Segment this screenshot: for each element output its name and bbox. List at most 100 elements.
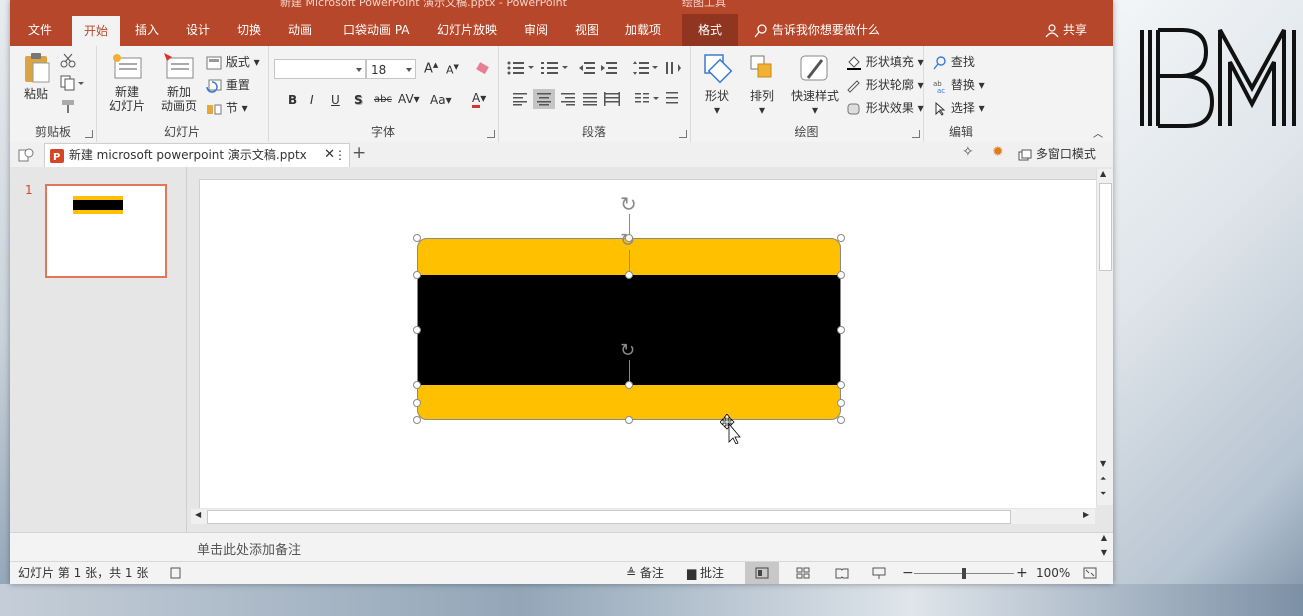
share-button[interactable]: 共享 (1045, 14, 1087, 46)
section-button[interactable]: 节 ▾ (206, 99, 248, 116)
copy-icon[interactable] (60, 75, 84, 91)
resize-handle[interactable] (413, 416, 421, 424)
collapse-ribbon-icon[interactable]: ︿ (1093, 125, 1103, 140)
grow-font-button[interactable]: A▲ (424, 61, 438, 76)
change-case-button[interactable]: Aa▾ (430, 93, 452, 107)
tab-addins[interactable]: 加载项 (625, 14, 661, 46)
align-text-icon[interactable] (664, 90, 684, 108)
zoom-thumb[interactable] (962, 568, 966, 579)
horizontal-scrollbar[interactable]: ◀ ▶ (191, 509, 1095, 524)
prev-slide-icon[interactable]: ⏶ (1100, 474, 1106, 484)
strikethrough-button[interactable]: abc (374, 94, 392, 105)
new-tab-icon[interactable]: + (352, 143, 366, 163)
font-name-combo[interactable] (274, 59, 366, 79)
comments-toggle[interactable]: ▆ 批注 (687, 562, 724, 584)
bullets-icon[interactable] (506, 60, 536, 76)
resize-handle[interactable] (413, 234, 421, 242)
find-button[interactable]: 查找 (933, 53, 975, 70)
next-slide-icon[interactable]: ⏷ (1100, 489, 1106, 499)
notes-toggle[interactable]: ≜ 备注 (626, 562, 664, 584)
zoom-slider[interactable] (914, 562, 1014, 584)
drawing-launcher[interactable] (912, 130, 920, 138)
select-button[interactable]: 选择 ▾ (933, 99, 985, 116)
resize-handle[interactable] (837, 271, 845, 279)
tab-view[interactable]: 视图 (575, 14, 599, 46)
zoom-level[interactable]: 100% (1036, 562, 1070, 584)
font-color-button[interactable]: A▾ (472, 91, 486, 108)
vertical-scrollbar[interactable]: ▲ ▼ ⏶ ⏷ (1096, 169, 1113, 505)
spell-check-icon[interactable] (170, 567, 182, 579)
font-launcher[interactable] (487, 130, 495, 138)
align-center-icon[interactable] (533, 89, 555, 109)
rotate-handle-icon[interactable]: ↻ (620, 342, 635, 360)
italic-button[interactable]: I (310, 93, 314, 107)
resize-handle[interactable] (837, 399, 845, 407)
columns-icon[interactable] (634, 92, 660, 106)
tab-insert[interactable]: 插入 (135, 14, 159, 46)
resize-handle[interactable] (837, 234, 845, 242)
zoom-out-button[interactable]: − (902, 562, 914, 584)
bold-button[interactable]: B (288, 93, 297, 107)
paragraph-launcher[interactable] (679, 130, 687, 138)
align-right-icon[interactable] (560, 92, 576, 106)
zoom-in-button[interactable]: + (1016, 562, 1028, 584)
slideshow-icon[interactable] (872, 567, 886, 579)
format-painter-icon[interactable] (60, 98, 76, 114)
clear-format-icon[interactable] (474, 61, 490, 77)
shape-fill-button[interactable]: 形状填充 ▾ (846, 53, 924, 70)
numbering-icon[interactable] (540, 60, 570, 76)
tab-design[interactable]: 设计 (186, 14, 210, 46)
normal-view-button[interactable] (745, 562, 779, 584)
tab-format[interactable]: 格式 (682, 14, 738, 46)
notes-pane[interactable]: 单击此处添加备注 ▲ ▼ (10, 532, 1113, 562)
resize-handle[interactable] (413, 399, 421, 407)
layout-button[interactable]: 版式 ▾ (206, 53, 260, 70)
tab-animations[interactable]: 动画 (288, 14, 312, 46)
scroll-left-icon[interactable]: ◀ (195, 510, 201, 519)
tab-review[interactable]: 审阅 (524, 14, 548, 46)
vertical-scroll-thumb[interactable] (1099, 183, 1112, 271)
reset-button[interactable]: 重置 (206, 76, 250, 93)
resize-handle[interactable] (625, 271, 633, 279)
font-size-combo[interactable]: 18 (366, 59, 416, 79)
slide-thumbnail[interactable] (45, 184, 167, 278)
scroll-right-icon[interactable]: ▶ (1083, 510, 1089, 519)
resize-handle[interactable] (625, 416, 633, 424)
tell-me-box[interactable]: 告诉我你想要做什么 (754, 14, 880, 46)
text-direction-icon[interactable] (664, 60, 684, 76)
clipboard-launcher[interactable] (85, 130, 93, 138)
tab-file[interactable]: 文件 (28, 14, 52, 46)
tab-home[interactable]: 开始 (72, 16, 120, 46)
increase-indent-icon[interactable] (600, 60, 618, 76)
shape-effects-button[interactable]: 形状效果 ▾ (846, 99, 924, 116)
underline-button[interactable]: U (331, 93, 340, 107)
tab-transitions[interactable]: 切换 (237, 14, 261, 46)
replace-button[interactable]: ab ac 替换 ▾ (933, 76, 985, 93)
more-tab-icon[interactable]: ⋮ (334, 144, 346, 166)
multi-window-button[interactable]: 多窗口模式 (1018, 145, 1096, 162)
slide-canvas[interactable]: ↻ ↻ ↻ (199, 179, 1096, 508)
shrink-font-button[interactable]: A▼ (446, 63, 459, 77)
settings-gear-icon[interactable]: ✹ (992, 144, 1004, 160)
resize-handle[interactable] (413, 381, 421, 389)
new-slide-button[interactable]: 新建 幻灯片 (104, 52, 150, 113)
notes-scroll-up-icon[interactable]: ▲ (1101, 533, 1107, 542)
paste-button[interactable]: 粘贴 (20, 52, 52, 101)
reading-view-icon[interactable] (835, 567, 849, 579)
cut-icon[interactable] (60, 52, 76, 68)
notes-scroll-down-icon[interactable]: ▼ (1101, 548, 1107, 557)
resize-handle[interactable] (625, 381, 633, 389)
resize-handle[interactable] (837, 381, 845, 389)
char-spacing-button[interactable]: AV▾ (398, 92, 420, 106)
line-spacing-icon[interactable] (632, 60, 658, 76)
shadow-button[interactable]: S (354, 93, 363, 107)
quick-styles-button[interactable]: 快速样式 ▾ (790, 52, 840, 117)
copy-doc-icon[interactable] (18, 147, 34, 163)
doc-tab[interactable]: P 新建 microsoft powerpoint 演示文稿.pptx ✕ ⋮ (44, 143, 350, 167)
magic-wand-icon[interactable]: ✧ (962, 144, 974, 160)
resize-handle[interactable] (413, 326, 421, 334)
rotate-handle-icon[interactable]: ↻ (620, 194, 637, 214)
resize-handle[interactable] (837, 326, 845, 334)
arrange-button[interactable]: 排列 ▾ (745, 52, 779, 117)
shapes-button[interactable]: 形状 ▾ (700, 52, 734, 117)
